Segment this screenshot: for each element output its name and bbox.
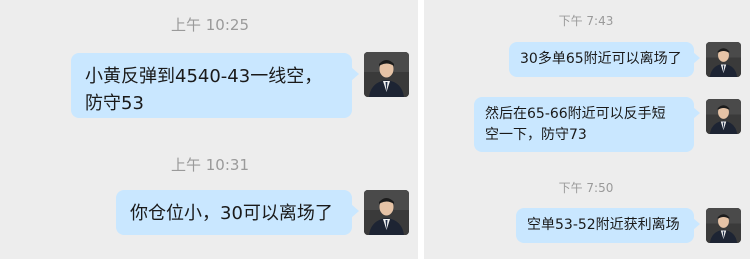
avatar[interactable]	[706, 208, 741, 243]
message-bubble[interactable]: 30多单65附近可以离场了	[509, 42, 700, 77]
user-avatar-icon	[364, 52, 409, 97]
user-avatar-icon	[706, 208, 741, 243]
timestamp: 上午 10:25	[171, 16, 249, 34]
timestamp: 上午 10:31	[171, 156, 249, 174]
message-bubble[interactable]: 你仓位小，30可以离场了	[116, 190, 359, 235]
avatar[interactable]	[364, 190, 409, 235]
right-chat-pane: 下午 7:43 30多单65附近可以离场了 然后在65-66附近可以反手短 空一…	[424, 0, 750, 259]
avatar[interactable]	[706, 99, 741, 134]
left-chat-pane: 上午 10:25 小黄反弹到4540-43一线空， 防守53 上午 10:31 …	[0, 0, 418, 259]
message-bubble[interactable]: 然后在65-66附近可以反手短 空一下，防守73	[474, 97, 700, 152]
user-avatar-icon	[706, 42, 741, 77]
timestamp: 下午 7:43	[558, 14, 614, 28]
timestamp: 下午 7:50	[558, 181, 614, 195]
message-bubble[interactable]: 小黄反弹到4540-43一线空， 防守53	[71, 53, 359, 118]
avatar[interactable]	[706, 42, 741, 77]
message-bubble[interactable]: 空单53-52附近获利离场	[516, 208, 700, 243]
avatar[interactable]	[364, 52, 409, 97]
user-avatar-icon	[706, 99, 741, 134]
user-avatar-icon	[364, 190, 409, 235]
